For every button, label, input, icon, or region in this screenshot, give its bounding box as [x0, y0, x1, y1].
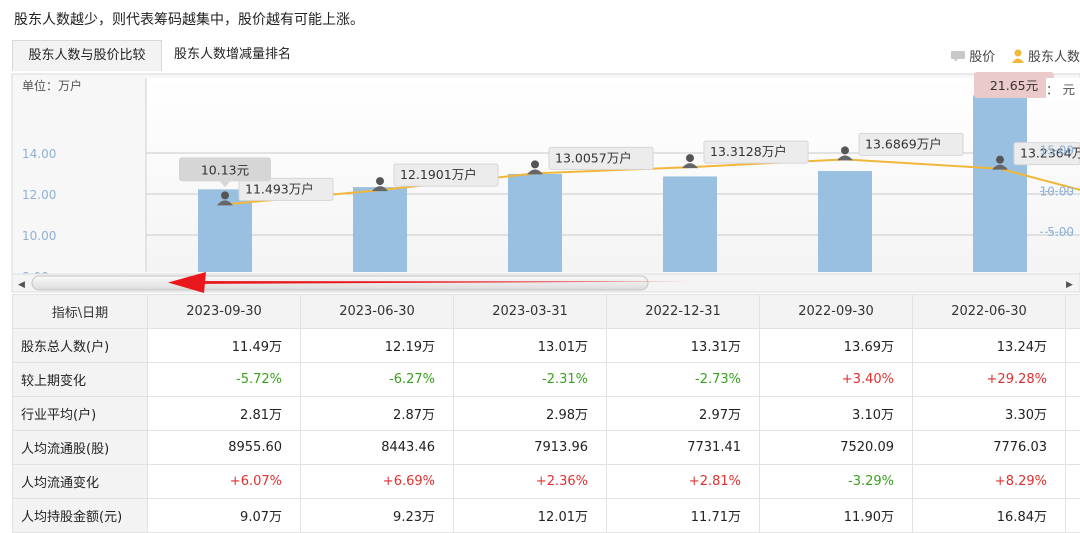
table-cell: -5.72% [148, 363, 301, 397]
table-cell: 13.69万 [760, 329, 913, 363]
price-bar [663, 176, 717, 272]
y-left-tick-label: 14.00 [22, 147, 56, 161]
table-cell: 11.71万 [607, 499, 760, 533]
legend-price-label[interactable]: 股价 [969, 50, 995, 65]
table-cell: 2.81万 [148, 397, 301, 431]
table-row: 人均流通股(股)8955.608443.467913.967731.417520… [13, 431, 1080, 465]
scroll-right-icon: ▶ [1066, 280, 1073, 290]
table-date-header: 2023-03-31 [454, 295, 607, 329]
table-cell: 13.31万 [607, 329, 760, 363]
table-cell: 16.84万 [913, 499, 1066, 533]
marker-head [376, 177, 384, 185]
table-cell: -2.73% [607, 363, 760, 397]
table-row: 人均持股金额(元)9.07万9.23万12.01万11.71万11.90万16.… [13, 499, 1080, 533]
table-cell: +2.36% [454, 465, 607, 499]
tab-holder-vs-price[interactable]: 股东人数与股价比较 [12, 40, 162, 71]
line-data-label: 11.493万户 [245, 181, 314, 196]
y-left-tick-label: 12.00 [22, 188, 56, 202]
table-cell: 7520.09 [760, 431, 913, 465]
table-row-label: 人均持股金额(元) [13, 499, 148, 533]
table-cell: 2.98万 [454, 397, 607, 431]
table-cell: -2.31% [454, 363, 607, 397]
table-row-label: 行业平均(户) [13, 397, 148, 431]
marker-head [531, 160, 539, 168]
table-header-filler [1066, 295, 1080, 329]
y-left-unit-label: 单位：万户 [22, 78, 82, 93]
y-right-unit-label: ： 元 [1046, 82, 1075, 97]
holder-data-table: 指标\日期 2023-09-30 2023-06-30 2023-03-31 2… [12, 294, 1080, 533]
table-cell: 12.01万 [454, 499, 607, 533]
table-filler-cell [1066, 363, 1080, 397]
table-cell: 9.23万 [301, 499, 454, 533]
table-row: 较上期变化-5.72%-6.27%-2.31%-2.73%+3.40%+29.2… [13, 363, 1080, 397]
table-date-header: 2022-12-31 [607, 295, 760, 329]
table-cell: +3.40% [760, 363, 913, 397]
price-bar [353, 187, 407, 272]
table-row-label: 人均流通股(股) [13, 431, 148, 465]
table-cell: 8955.60 [148, 431, 301, 465]
table-cell: +2.81% [607, 465, 760, 499]
table-cell: 7776.03 [913, 431, 1066, 465]
table-date-header: 2023-09-30 [148, 295, 301, 329]
table-filler-cell [1066, 329, 1080, 363]
price-legend-icon [951, 51, 965, 61]
table-cell: +8.29% [913, 465, 1066, 499]
price-data-label: 21.65元 [990, 78, 1038, 93]
marker-head [841, 146, 849, 154]
table-date-header: 2022-09-30 [760, 295, 913, 329]
price-bar [973, 95, 1027, 272]
table-cell: 7731.41 [607, 431, 760, 465]
table-cell: 12.19万 [301, 329, 454, 363]
marker-head [221, 191, 229, 199]
table-cell: +6.07% [148, 465, 301, 499]
price-data-label: 10.13元 [201, 162, 249, 177]
table-cell: +29.28% [913, 363, 1066, 397]
table-cell: 13.24万 [913, 329, 1066, 363]
person-legend-icon [1012, 49, 1024, 63]
scroll-left-icon: ◀ [18, 280, 25, 290]
table-row: 人均流通变化+6.07%+6.69%+2.36%+2.81%-3.29%+8.2… [13, 465, 1080, 499]
plot-area [146, 78, 1080, 272]
table-filler-cell [1066, 465, 1080, 499]
table-row-label: 股东总人数(户) [13, 329, 148, 363]
y-left-tick-label: 10.00 [22, 229, 56, 243]
table-row: 行业平均(户)2.81万2.87万2.98万2.97万3.10万3.30万 [13, 397, 1080, 431]
table-cell: +6.69% [301, 465, 454, 499]
table-header-row: 指标\日期 2023-09-30 2023-06-30 2023-03-31 2… [13, 295, 1080, 329]
table-row-label: 较上期变化 [13, 363, 148, 397]
line-data-label: 13.0057万户 [555, 150, 632, 165]
table-cell: -3.29% [760, 465, 913, 499]
price-bar [508, 174, 562, 272]
holder-price-chart: 11.493万户 12.1901万户 13.0057万户 13.3128万户 13.68… [0, 70, 1080, 294]
table-cell: 11.90万 [760, 499, 913, 533]
line-data-label: 12.1901万户 [400, 167, 477, 182]
table-date-header: 2022-06-30 [913, 295, 1066, 329]
marker-head [686, 154, 694, 162]
table-cell: 13.01万 [454, 329, 607, 363]
chart-legend: 股价 股东人数 [951, 46, 1080, 65]
tab-holder-change-ranking[interactable]: 股东人数增减量排名 [174, 40, 291, 70]
table-cell: 9.07万 [148, 499, 301, 533]
table-cell: 3.30万 [913, 397, 1066, 431]
table-cell: 3.10万 [760, 397, 913, 431]
table-cell: 2.97万 [607, 397, 760, 431]
table-header-corner: 指标\日期 [13, 295, 148, 329]
table-cell: 8443.46 [301, 431, 454, 465]
marker-head [996, 156, 1004, 164]
table-row-label: 人均流通变化 [13, 465, 148, 499]
table-cell: 11.49万 [148, 329, 301, 363]
table-cell: 2.87万 [301, 397, 454, 431]
table-date-header: 2023-06-30 [301, 295, 454, 329]
table-row: 股东总人数(户)11.49万12.19万13.01万13.31万13.69万13… [13, 329, 1080, 363]
line-data-label: 13.6869万户 [865, 136, 942, 151]
table-filler-cell [1066, 431, 1080, 465]
hint-text: 股东人数越少，则代表筹码越集中，股价越有可能上涨。 [14, 9, 364, 29]
price-bar [818, 171, 872, 272]
table-cell: 7913.96 [454, 431, 607, 465]
legend-holders-label[interactable]: 股东人数 [1028, 50, 1080, 65]
table-filler-cell [1066, 397, 1080, 431]
table-cell: -6.27% [301, 363, 454, 397]
table-filler-cell [1066, 499, 1080, 533]
line-data-label: 13.3128万户 [710, 144, 787, 159]
